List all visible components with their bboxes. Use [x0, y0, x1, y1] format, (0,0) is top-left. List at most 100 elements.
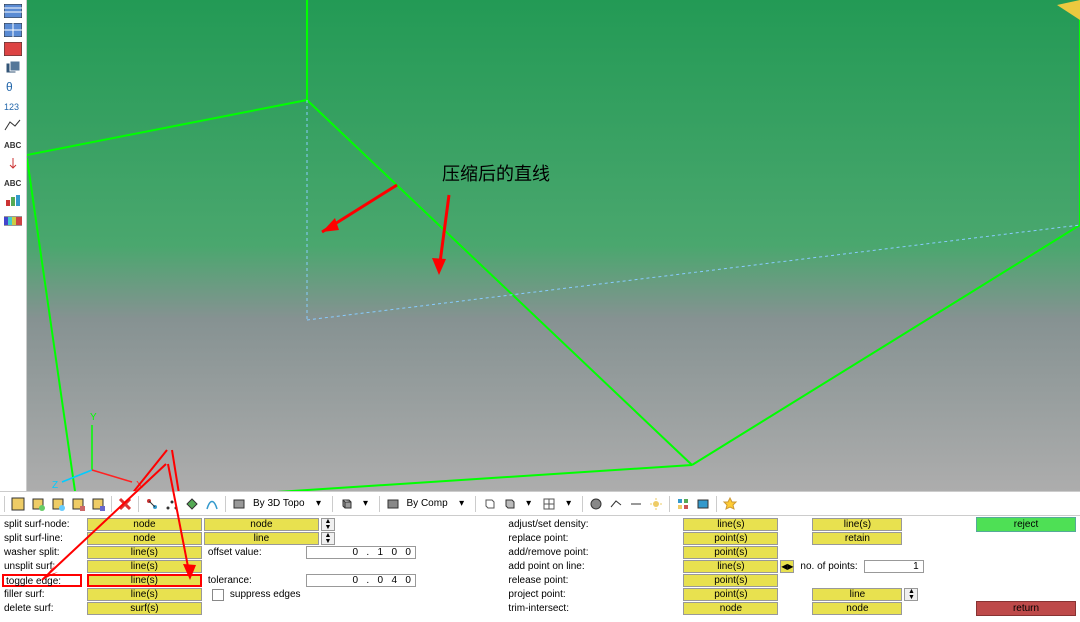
trim-node-btn-1[interactable]: node: [683, 602, 778, 615]
project-spinner[interactable]: ▲▼: [904, 588, 918, 601]
project-line-btn[interactable]: line: [812, 588, 902, 601]
split-node-btn-1[interactable]: node: [87, 518, 202, 531]
project-points-btn[interactable]: point(s): [683, 588, 778, 601]
display-icon-1[interactable]: [9, 495, 27, 513]
split-line-btn-1[interactable]: node: [87, 532, 202, 545]
svg-text:Y: Y: [90, 412, 97, 423]
svg-text:θ: θ: [6, 80, 13, 94]
shade-icon-2[interactable]: [607, 495, 625, 513]
label-split-surf-line: split surf-line:: [2, 533, 82, 544]
nopoints-label: no. of points:: [796, 561, 861, 572]
label-washer-split: washer split:: [2, 547, 82, 558]
tool-icon-a[interactable]: [143, 495, 161, 513]
tool-icon-9[interactable]: [2, 154, 24, 172]
label-split-surf-node: split surf-node:: [2, 519, 82, 530]
delete-surfs-btn[interactable]: surf(s): [87, 602, 202, 615]
split-line-btn-2[interactable]: line: [204, 532, 319, 545]
bottom-toolbar: By 3D Topo ▾ ▾ By Comp ▾ ▾ ▾: [0, 491, 1080, 516]
tolerance-input[interactable]: [306, 574, 416, 587]
tool-icon-6[interactable]: 123: [2, 97, 24, 115]
reject-button[interactable]: reject: [976, 517, 1076, 532]
dropdown-icon-1[interactable]: ▾: [310, 495, 328, 513]
display-icon-3[interactable]: [49, 495, 67, 513]
by-3d-topo-label[interactable]: By 3D Topo: [250, 498, 308, 509]
topo-icon[interactable]: [230, 495, 248, 513]
tool-icon-c[interactable]: [183, 495, 201, 513]
return-button[interactable]: return: [976, 601, 1076, 616]
display-icon-5[interactable]: [89, 495, 107, 513]
spinner-1[interactable]: ▲▼: [321, 518, 335, 531]
view-icon-2[interactable]: [694, 495, 712, 513]
tool-icon-10[interactable]: ABC: [2, 173, 24, 191]
filler-lines-btn[interactable]: line(s): [87, 588, 202, 601]
tool-icon-3[interactable]: [2, 40, 24, 58]
density-lines-btn[interactable]: line(s): [683, 518, 778, 531]
tool-icon-7[interactable]: [2, 116, 24, 134]
shade-icon-3[interactable]: [627, 495, 645, 513]
label-toggle-edge: toggle edge:: [2, 574, 82, 587]
delete-icon[interactable]: [116, 495, 134, 513]
display-icon-2[interactable]: [29, 495, 47, 513]
annotation-label: 压缩后的直线: [442, 160, 550, 186]
suppress-checkbox[interactable]: [212, 589, 224, 601]
svg-text:123: 123: [4, 102, 19, 112]
density-lines-btn2[interactable]: line(s): [812, 518, 902, 531]
addpointline-toggle[interactable]: ◀▶: [780, 560, 794, 573]
comp-icon[interactable]: [384, 495, 402, 513]
replace-points-btn[interactable]: point(s): [683, 532, 778, 545]
cube-icon-1[interactable]: [337, 495, 355, 513]
retain-btn[interactable]: retain: [812, 532, 902, 545]
tool-icon-2[interactable]: [2, 21, 24, 39]
tool-icon-12[interactable]: [2, 211, 24, 229]
svg-text:ABC: ABC: [4, 179, 22, 188]
label-add-point-on-line: add point on line:: [506, 561, 602, 572]
view-icon-1[interactable]: [674, 495, 692, 513]
trim-node-btn-2[interactable]: node: [812, 602, 902, 615]
split-node-btn-2[interactable]: node: [204, 518, 319, 531]
display-icon-4[interactable]: [69, 495, 87, 513]
viewport-3d[interactable]: Y Z X 压缩后的直线: [27, 0, 1080, 491]
shade-icon-1[interactable]: [587, 495, 605, 513]
grid-icon-2[interactable]: [500, 495, 518, 513]
suppress-label: suppress edges: [226, 589, 301, 600]
label-unsplit-surf: unsplit surf:: [2, 561, 82, 572]
tool-icon-11[interactable]: [2, 192, 24, 210]
addpointline-lines-btn[interactable]: line(s): [683, 560, 778, 573]
light-icon[interactable]: [647, 495, 665, 513]
label-replace-point: replace point:: [506, 533, 602, 544]
tool-icon-5[interactable]: θ: [2, 78, 24, 96]
tool-icon-d[interactable]: [203, 495, 221, 513]
label-trim-intersect: trim-intersect:: [506, 603, 602, 614]
tool-icon-8[interactable]: ABC: [2, 135, 24, 153]
label-delete-surf: delete surf:: [2, 603, 82, 614]
toggle-edge-lines-btn[interactable]: line(s): [87, 574, 202, 587]
by-comp-label[interactable]: By Comp: [404, 498, 451, 509]
svg-text:Z: Z: [52, 480, 58, 491]
svg-text:ABC: ABC: [4, 141, 22, 150]
offset-value-input[interactable]: [306, 546, 416, 559]
grid-icon-1[interactable]: [480, 495, 498, 513]
dropdown-icon-2[interactable]: ▾: [357, 495, 375, 513]
label-add-remove-point: add/remove point:: [506, 547, 602, 558]
spinner-2[interactable]: ▲▼: [321, 532, 335, 545]
label-project-point: project point:: [506, 589, 602, 600]
dropdown-icon-3[interactable]: ▾: [453, 495, 471, 513]
label-filler-surf: filler surf:: [2, 589, 82, 600]
svg-text:X: X: [136, 480, 143, 491]
dropdown-icon-5[interactable]: ▾: [560, 495, 578, 513]
dropdown-icon-4[interactable]: ▾: [520, 495, 538, 513]
bottom-panel: split surf-node: split surf-line: washer…: [0, 516, 1080, 622]
nopoints-input[interactable]: [864, 560, 924, 573]
grid-icon-3[interactable]: [540, 495, 558, 513]
star-icon[interactable]: [721, 495, 739, 513]
washer-lines-btn[interactable]: line(s): [87, 546, 202, 559]
tool-icon-1[interactable]: [2, 2, 24, 20]
left-toolbar: θ 123 ABC ABC: [0, 0, 27, 491]
label-adjust-density: adjust/set density:: [506, 519, 602, 530]
offset-label: offset value:: [204, 547, 304, 558]
release-points-btn[interactable]: point(s): [683, 574, 778, 587]
unsplit-lines-btn[interactable]: line(s): [87, 560, 202, 573]
tool-icon-4[interactable]: [2, 59, 24, 77]
tool-icon-b[interactable]: [163, 495, 181, 513]
addremove-points-btn[interactable]: point(s): [683, 546, 778, 559]
